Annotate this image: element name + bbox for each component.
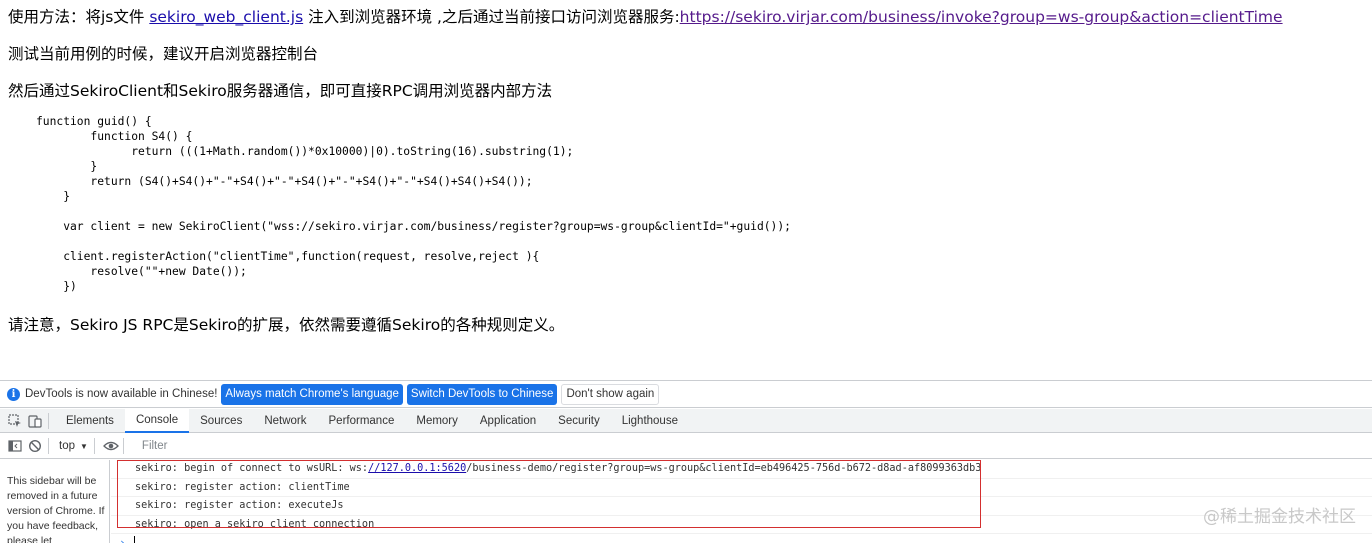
log-url-link[interactable]: //127.0.0.1:5620: [368, 463, 466, 474]
context-label: top: [59, 440, 75, 452]
devtools-panel: i DevTools is now available in Chinese! …: [0, 380, 1372, 543]
match-language-button[interactable]: Always match Chrome's language: [221, 383, 403, 405]
log-text: sekiro: begin of connect to wsURL: ws:: [135, 463, 369, 474]
filter-input[interactable]: Filter: [136, 436, 168, 456]
device-toolbar-icon[interactable]: [28, 414, 42, 428]
text-caret: [133, 536, 135, 543]
devtools-tabbar: Elements Console Sources Network Performance…: [0, 408, 1372, 433]
context-selector[interactable]: top ▼: [59, 440, 88, 452]
usage-prefix: 使用方法：将js文件: [8, 8, 150, 26]
log-entry: sekiro: register action: executeJs: [111, 497, 1372, 516]
usage-paragraph: 使用方法：将js文件 sekiro_web_client.js 注入到浏览器环境…: [8, 5, 1283, 27]
toolbar-divider: [48, 438, 49, 454]
console-output: sekiro: begin of connect to wsURL: ws://…: [111, 460, 1372, 543]
note-paragraph: 请注意，Sekiro JS RPC是Sekiro的扩展，依然需要遵循Sekiro…: [8, 316, 565, 334]
inspect-element-icon[interactable]: [8, 413, 22, 428]
tab-list: Elements Console Sources Network Performance…: [55, 408, 689, 433]
invoke-url-link[interactable]: https://sekiro.virjar.com/business/invok…: [680, 8, 1283, 26]
tab-console[interactable]: Console: [124, 408, 190, 433]
console-toolbar: top ▼ Filter: [0, 434, 1372, 459]
dont-show-again-button[interactable]: Don't show again: [561, 383, 660, 405]
tab-elements[interactable]: Elements: [55, 409, 125, 433]
infobar-message: DevTools is now available in Chinese!: [25, 388, 218, 400]
log-entry: sekiro: open a sekiro client connection: [111, 516, 1372, 534]
info-icon: i: [7, 387, 20, 401]
web-page: 使用方法：将js文件 sekiro_web_client.js 注入到浏览器环境…: [0, 0, 1372, 380]
client-js-link[interactable]: sekiro_web_client.js: [149, 8, 303, 26]
toolbar-divider: [93, 438, 95, 454]
prompt-chevron-icon: ›: [119, 535, 126, 543]
clear-console-icon[interactable]: [28, 439, 42, 453]
language-infobar: i DevTools is now available in Chinese! …: [0, 381, 1372, 408]
tab-application[interactable]: Application: [469, 409, 547, 433]
toolbar-divider: [48, 412, 49, 429]
tab-security[interactable]: Security: [547, 409, 611, 433]
sidebar-toggle-icon[interactable]: [8, 439, 22, 453]
tab-memory[interactable]: Memory: [405, 409, 469, 433]
toolbar-divider: [122, 438, 124, 454]
switch-chinese-button[interactable]: Switch DevTools to Chinese: [406, 383, 558, 405]
tab-performance[interactable]: Performance: [318, 409, 406, 433]
code-sample: function guid() { function S4() { return…: [36, 115, 791, 293]
log-entry: sekiro: register action: clientTime: [111, 479, 1372, 497]
watermark: @稀土掘金技术社区: [1203, 507, 1356, 527]
tab-network[interactable]: Network: [253, 409, 317, 433]
log-text: /business-demo/register?group=ws-group&c…: [466, 463, 982, 474]
console-tip-paragraph: 测试当前用例的时候，建议开启浏览器控制台: [8, 45, 319, 63]
tab-lighthouse[interactable]: Lighthouse: [611, 409, 689, 433]
live-expression-eye-icon[interactable]: [103, 439, 119, 453]
console-sidebar-notice: This sidebar will be removed in a future…: [0, 460, 110, 543]
log-entry: sekiro: begin of connect to wsURL: ws://…: [111, 460, 1372, 479]
chevron-down-icon: ▼: [80, 441, 88, 451]
rpc-paragraph: 然后通过SekiroClient和Sekiro服务器通信，即可直接RPC调用浏览…: [8, 82, 553, 100]
tab-sources[interactable]: Sources: [189, 409, 253, 433]
console-prompt[interactable]: ›: [111, 534, 1372, 543]
usage-middle: 注入到浏览器环境 ,之后通过当前接口访问浏览器服务:: [303, 8, 680, 26]
